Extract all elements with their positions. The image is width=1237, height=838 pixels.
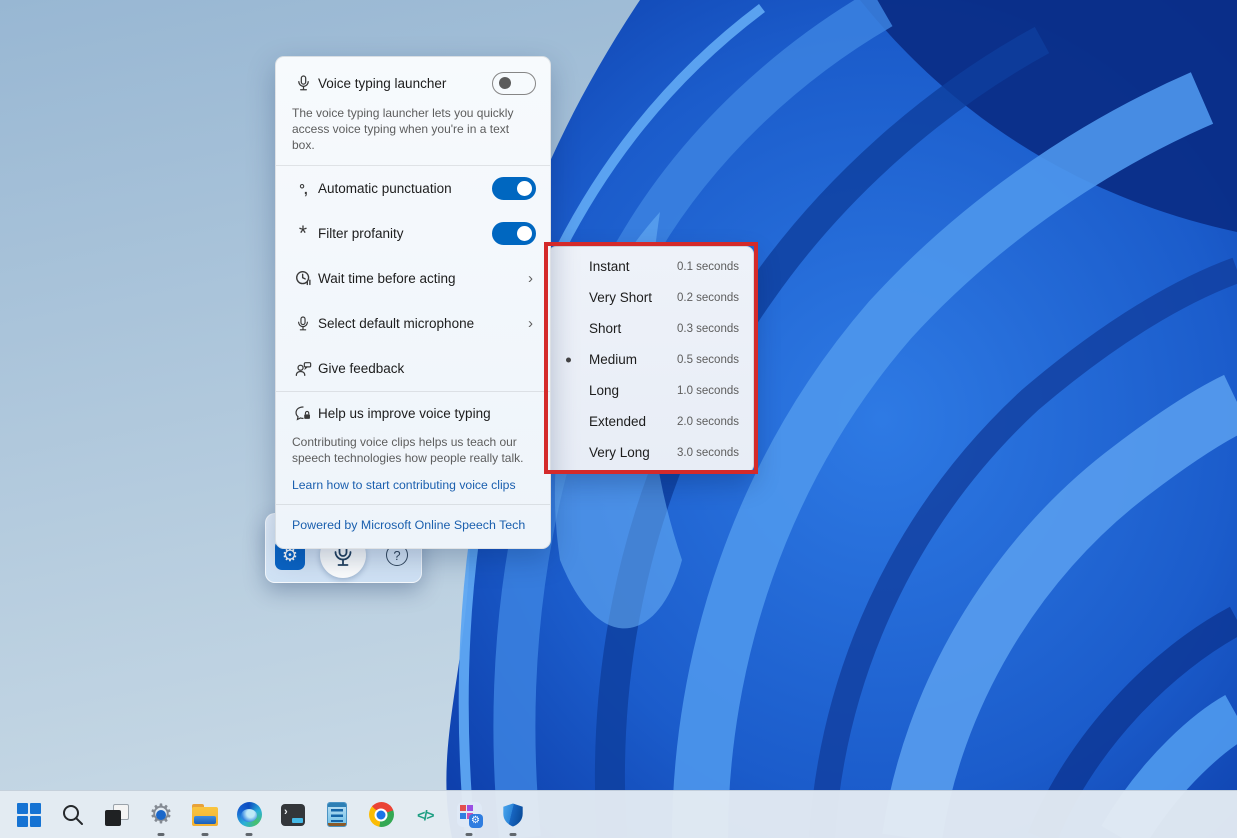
option-label: Very Long: [589, 445, 677, 460]
chevron-right-icon: ›: [528, 315, 536, 332]
terminal-icon: ›: [281, 804, 305, 826]
option-label: Very Short: [589, 290, 677, 305]
taskbar-settings-button[interactable]: ⚙: [139, 791, 183, 838]
option-label: Extended: [589, 414, 677, 429]
asterisk-icon: *: [290, 223, 316, 244]
automatic-punctuation-label: Automatic punctuation: [316, 181, 492, 196]
powertoys-icon: ⚙: [457, 802, 482, 827]
wait-time-option-very-short[interactable]: Very Short 0.2 seconds: [549, 282, 753, 313]
chevron-right-icon: ›: [528, 270, 536, 287]
wait-time-option-extended[interactable]: Extended 2.0 seconds: [549, 406, 753, 437]
filter-profanity-toggle[interactable]: [492, 222, 536, 245]
voice-typing-launcher-label: Voice typing launcher: [316, 76, 492, 91]
taskbar-start-button[interactable]: [7, 791, 51, 838]
taskbar-powertoys-button[interactable]: ⚙: [447, 791, 491, 838]
search-icon: [60, 802, 86, 828]
microphone-icon: [290, 74, 316, 93]
voice-typing-launcher-toggle[interactable]: [492, 72, 536, 95]
security-shield-icon: [500, 802, 526, 828]
taskbar-search-button[interactable]: [51, 791, 95, 838]
voice-typing-settings-panel: Voice typing launcher The voice typing l…: [275, 56, 551, 549]
selected-radio-indicator: [566, 357, 571, 362]
give-feedback-row[interactable]: Give feedback: [276, 346, 550, 391]
microphone-icon: [290, 315, 316, 333]
wait-time-option-medium[interactable]: Medium 0.5 seconds: [549, 344, 753, 375]
question-mark-icon: ?: [393, 548, 400, 563]
wait-time-row[interactable]: Wait time before acting ›: [276, 256, 550, 301]
wait-time-option-very-long[interactable]: Very Long 3.0 seconds: [549, 437, 753, 468]
taskbar-dev-tool-button[interactable]: </>: [403, 791, 447, 838]
option-label: Long: [589, 383, 677, 398]
wait-time-option-instant[interactable]: Instant 0.1 seconds: [549, 251, 753, 282]
powered-by-link[interactable]: Powered by Microsoft Online Speech Tech: [276, 505, 550, 546]
taskbar-windows-security-button[interactable]: [491, 791, 535, 838]
taskbar-terminal-button[interactable]: ›: [271, 791, 315, 838]
option-value: 0.2 seconds: [677, 292, 739, 304]
taskbar-file-explorer-button[interactable]: [183, 791, 227, 838]
taskbar-edge-button[interactable]: [227, 791, 271, 838]
option-label: Medium: [589, 352, 677, 367]
option-label: Short: [589, 321, 677, 336]
automatic-punctuation-toggle[interactable]: [492, 177, 536, 200]
option-value: 1.0 seconds: [677, 385, 739, 397]
taskbar-notepad-button[interactable]: [315, 791, 359, 838]
option-value: 0.3 seconds: [677, 323, 739, 335]
option-value: 0.1 seconds: [677, 261, 739, 273]
voice-typing-launcher-row[interactable]: Voice typing launcher: [276, 57, 550, 105]
filter-profanity-label: Filter profanity: [316, 226, 492, 241]
notepad-icon: [327, 802, 347, 827]
folder-icon: [192, 804, 218, 826]
chrome-browser-icon: [369, 802, 394, 827]
wait-time-option-long[interactable]: Long 1.0 seconds: [549, 375, 753, 406]
launcher-description: The voice typing launcher lets you quick…: [276, 105, 550, 165]
taskbar-task-view-button[interactable]: [95, 791, 139, 838]
option-label: Instant: [589, 259, 677, 274]
improve-voice-typing-row: Help us improve voice typing: [276, 392, 550, 434]
taskbar: ⚙ › </> ⚙: [0, 790, 1237, 838]
contribute-voice-clips-link[interactable]: Learn how to start contributing voice cl…: [276, 472, 550, 504]
default-microphone-label: Select default microphone: [316, 316, 528, 331]
automatic-punctuation-row[interactable]: °, Automatic punctuation: [276, 166, 550, 211]
punctuation-icon: °,: [290, 182, 316, 196]
filter-profanity-row[interactable]: * Filter profanity: [276, 211, 550, 256]
person-feedback-icon: [290, 361, 316, 377]
default-microphone-row[interactable]: Select default microphone ›: [276, 301, 550, 346]
edge-browser-icon: [237, 802, 262, 827]
chat-lock-icon: [290, 405, 316, 422]
task-view-icon: [105, 803, 129, 827]
wait-time-option-short[interactable]: Short 0.3 seconds: [549, 313, 753, 344]
option-value: 0.5 seconds: [677, 354, 739, 366]
improve-voice-typing-title: Help us improve voice typing: [316, 406, 536, 421]
windows-logo-icon: [17, 803, 41, 827]
improve-description: Contributing voice clips helps us teach …: [276, 434, 550, 472]
wait-time-label: Wait time before acting: [316, 271, 528, 286]
taskbar-chrome-button[interactable]: [359, 791, 403, 838]
wait-time-submenu: Instant 0.1 seconds Very Short 0.2 secon…: [548, 246, 754, 473]
code-brackets-icon: </>: [417, 807, 433, 823]
clock-icon: [290, 270, 316, 287]
option-value: 3.0 seconds: [677, 447, 739, 459]
gear-icon: ⚙: [149, 801, 173, 828]
give-feedback-label: Give feedback: [316, 361, 536, 376]
option-value: 2.0 seconds: [677, 416, 739, 428]
